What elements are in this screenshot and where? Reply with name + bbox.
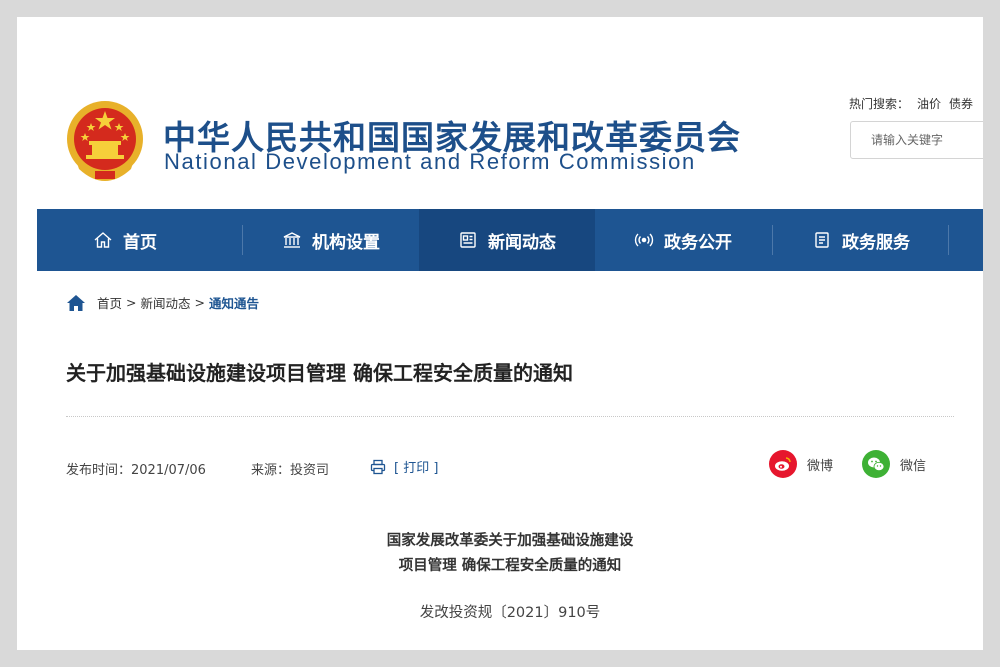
- page-frame: 中华人民共和国国家发展和改革委员会 National Development a…: [17, 17, 983, 650]
- doc-number: 发改投资规〔2021〕910号: [419, 605, 601, 621]
- publish-time: 发布时间：2021/07/06: [66, 463, 206, 478]
- nav-item-label: 新闻动态: [488, 232, 556, 253]
- printer-icon: [370, 459, 386, 474]
- brand-title-en: National Development and Reform Commissi…: [164, 149, 696, 174]
- home-icon[interactable]: [67, 294, 85, 311]
- breadcrumb-separator: >: [194, 295, 205, 310]
- nav-item-institution[interactable]: 机构设置: [243, 209, 419, 271]
- print-button[interactable]: [ 打印 ]: [370, 457, 438, 476]
- article-source: 来源：投资司: [251, 463, 330, 478]
- document-icon: [815, 232, 829, 248]
- broadcast-icon: [634, 233, 654, 247]
- national-emblem-icon: [67, 101, 143, 181]
- breadcrumb-link-home[interactable]: 首页: [97, 293, 122, 312]
- article-title: 关于加强基础设施建设项目管理 确保工程安全质量的通知: [66, 361, 573, 385]
- nav-item-gov-affairs[interactable]: 政务公开: [595, 209, 771, 271]
- wechat-icon: [862, 450, 890, 478]
- breadcrumb: 首页 > 新闻动态 > 通知通告: [67, 293, 259, 312]
- hot-search-term[interactable]: 债券: [949, 97, 973, 111]
- search-input[interactable]: [850, 121, 983, 159]
- news-icon: [460, 232, 476, 248]
- hot-search: 热门搜索： 油价 债券: [849, 95, 981, 112]
- home-icon: [94, 232, 112, 248]
- title-divider: [66, 416, 954, 417]
- institution-icon: [283, 232, 301, 248]
- doc-heading-line2: 项目管理 确保工程安全质量的通知: [398, 558, 622, 574]
- main-nav: 首页 机构设置 新闻动态 政务公开 政务服务: [37, 209, 983, 271]
- hot-search-term[interactable]: 油价: [917, 97, 941, 111]
- weibo-icon: [769, 450, 797, 478]
- breadcrumb-link-notices[interactable]: 通知通告: [209, 293, 259, 312]
- nav-item-label: 政务服务: [842, 232, 910, 253]
- print-label: [ 打印 ]: [394, 461, 439, 476]
- share-weibo-button[interactable]: 微博: [769, 450, 833, 478]
- doc-heading-line1: 国家发展改革委关于加强基础设施建设: [386, 533, 634, 549]
- hot-search-label: 热门搜索：: [849, 97, 910, 111]
- nav-item-label: 政务公开: [664, 232, 732, 253]
- breadcrumb-separator: >: [126, 295, 137, 310]
- share-wechat-label: 微信: [900, 458, 927, 474]
- nav-item-label: 机构设置: [312, 232, 380, 253]
- share-wechat-button[interactable]: 微信: [862, 450, 926, 478]
- nav-item-news[interactable]: 新闻动态: [419, 209, 595, 271]
- nav-item-home[interactable]: 首页: [37, 209, 213, 271]
- nav-item-label: 首页: [123, 232, 157, 253]
- nav-separator: [948, 225, 949, 255]
- nav-item-gov-services[interactable]: 政务服务: [773, 209, 949, 271]
- share-weibo-label: 微博: [807, 458, 834, 474]
- breadcrumb-link-news[interactable]: 新闻动态: [141, 293, 191, 312]
